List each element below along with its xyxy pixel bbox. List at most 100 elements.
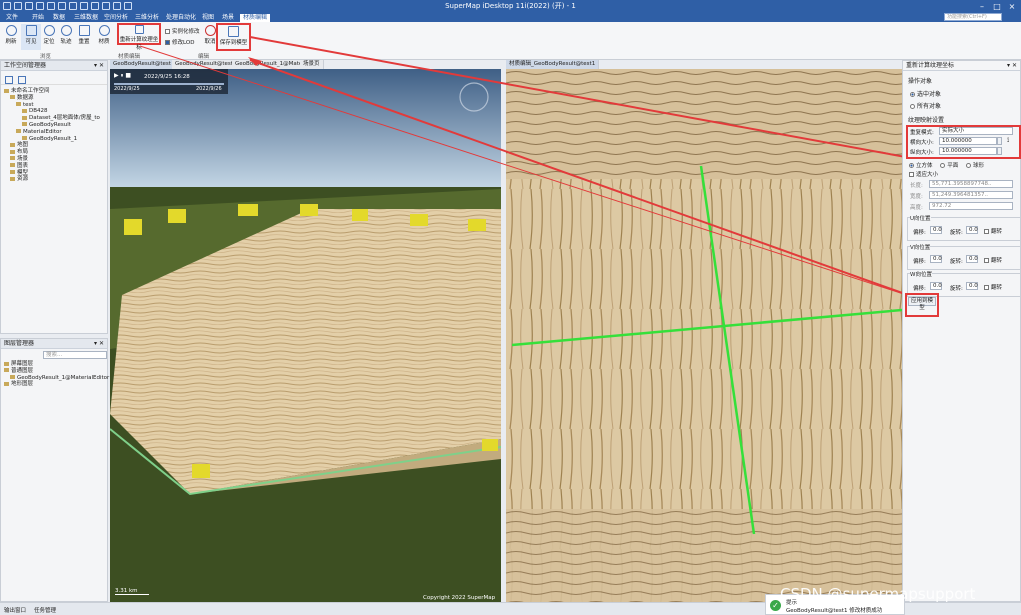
workspace-tree-item[interactable]: MaterialEditor [4, 129, 107, 136]
radio-all[interactable] [910, 104, 915, 109]
h-size-input[interactable]: 10.000000 [939, 137, 997, 145]
save-icon[interactable] [36, 2, 44, 10]
material-button[interactable]: 材质 [94, 24, 114, 50]
time-slider[interactable] [114, 83, 224, 85]
length-input[interactable]: 55,771.3958897748.. [929, 180, 1013, 188]
shape-cube-radio[interactable] [909, 163, 914, 168]
save-to-model-button[interactable]: 保存到模型 [216, 23, 251, 51]
scene-canvas[interactable] [110, 69, 501, 602]
material-canvas[interactable] [506, 69, 902, 602]
lod-checkbox-box[interactable] [165, 40, 170, 45]
visible-button[interactable]: 可见 [21, 24, 41, 50]
u-flip-box[interactable] [984, 229, 989, 234]
settings-icon[interactable] [113, 2, 121, 10]
menu-spatial-analysis[interactable]: 空间分析 [104, 14, 128, 22]
h-size-spinner[interactable] [997, 137, 1002, 145]
u-rotate-input[interactable]: 0.0 [966, 226, 978, 234]
menu-scene[interactable]: 场景 [222, 14, 234, 22]
fit-size-box[interactable] [909, 172, 914, 177]
paste-icon[interactable] [91, 2, 99, 10]
v-size-input[interactable]: 10.000000 [939, 147, 997, 155]
tab-scene-page[interactable]: 场景页 [300, 60, 324, 69]
refresh-workspace-icon[interactable] [18, 76, 26, 84]
refresh-button[interactable]: 刷新 [1, 24, 21, 50]
cut-icon[interactable] [80, 2, 88, 10]
op-selected-option[interactable]: 选中对象 [903, 89, 1020, 98]
output-window-tab[interactable]: 输出窗口 [4, 606, 26, 614]
instance-checkbox-box[interactable] [165, 29, 170, 34]
tab-scene-1[interactable]: GeoBodyResult@test [110, 60, 175, 69]
menu-automation[interactable]: 处理自动化 [166, 14, 196, 22]
height-input[interactable]: 972.72 [929, 202, 1013, 210]
folder-icon [22, 136, 27, 141]
op-all-option[interactable]: 所有对象 [903, 101, 1020, 110]
shape-sphere-radio[interactable] [966, 163, 972, 168]
v-flip-box[interactable] [984, 258, 989, 263]
recalc-texture-button[interactable]: 重新计算纹理坐标 [117, 23, 161, 51]
w-flip-checkbox[interactable]: 翻转 [984, 283, 1002, 291]
workspace-tree-item[interactable]: GeoBodyResult [4, 122, 107, 129]
v-size-spinner[interactable] [997, 147, 1002, 155]
modify-lod-checkbox[interactable]: 修改LOD [165, 38, 194, 46]
instance-modify-checkbox[interactable]: 实例化修改 [165, 27, 200, 35]
layer-tree-item[interactable]: 地形图层 [4, 381, 107, 388]
repeat-mode-select[interactable]: 实际大小 [939, 127, 1013, 135]
workspace-tree-item[interactable]: 布局 [4, 149, 107, 156]
run-icon[interactable] [102, 2, 110, 10]
open-icon[interactable] [25, 2, 33, 10]
shape-plane-radio[interactable] [940, 163, 946, 168]
workspace-tree-item[interactable]: 数据源 [4, 95, 107, 102]
menu-view[interactable]: 视图 [202, 14, 214, 22]
workspace-tree-item[interactable]: Dataset_4层地面体/房屋_to [4, 115, 107, 122]
link-icon[interactable]: ⟟ [1007, 137, 1009, 145]
reset-button[interactable]: 重置 [74, 24, 94, 50]
v-rotate-input[interactable]: 0.0 [966, 255, 978, 263]
undo-icon[interactable] [47, 2, 55, 10]
layer-tree-item[interactable]: 屏幕图层 [4, 361, 107, 368]
menu-start[interactable]: 开始 [32, 14, 44, 22]
close-icon[interactable]: ▾ ✕ [94, 339, 104, 349]
time-controls[interactable]: ▶ ⏸ ■ [114, 72, 131, 80]
material-edit-view[interactable] [506, 69, 902, 602]
w-flip-box[interactable] [984, 285, 989, 290]
menu-material-edit[interactable]: 材质编辑 [240, 14, 271, 22]
track-button[interactable]: 轨迹 [56, 24, 76, 50]
u-flip-checkbox[interactable]: 翻转 [984, 227, 1002, 235]
workspace-tree-item[interactable]: 未命名工作空间 [4, 88, 107, 95]
radio-selected[interactable] [910, 92, 915, 97]
fit-size-checkbox[interactable]: 适应大小 [909, 170, 938, 178]
u-offset-input[interactable]: 0.0 [930, 226, 942, 234]
workspace-tree-item[interactable]: 资源 [4, 176, 107, 183]
open-workspace-icon[interactable] [5, 76, 13, 84]
layer-tree-item[interactable]: 普通图层 [4, 368, 107, 375]
redo-icon[interactable] [58, 2, 66, 10]
scene-view[interactable]: ▶ ⏸ ■ 2022/9/25 16:28 2022/9/25 2022/9/2… [110, 69, 501, 602]
layer-search-input[interactable]: 搜索... [43, 351, 107, 359]
task-manager-tab[interactable]: 任务管理 [34, 606, 56, 614]
menu-3d-analysis[interactable]: 三维分析 [135, 14, 159, 22]
maximize-icon[interactable]: □ [990, 1, 1004, 12]
menu-file[interactable]: 文件 [6, 14, 18, 22]
apply-to-model-button[interactable]: 应用到模型 [908, 297, 936, 311]
close-icon[interactable]: ▾ ✕ [1007, 61, 1017, 71]
tab-material-edit[interactable]: 材质编辑_GeoBodyResult@test1 [506, 60, 600, 69]
minimize-icon[interactable]: – [975, 1, 989, 12]
width-input[interactable]: 51,249.396481357.. [929, 191, 1013, 199]
new-icon[interactable] [14, 2, 22, 10]
workspace-tree-item[interactable]: 图表 [4, 163, 107, 170]
v-flip-checkbox[interactable]: 翻转 [984, 256, 1002, 264]
close-icon[interactable]: × [1005, 1, 1019, 12]
workspace-tree-item[interactable]: 场景 [4, 156, 107, 163]
close-icon[interactable]: ▾ ✕ [94, 61, 104, 71]
workspace-tree-item[interactable]: test [4, 102, 107, 109]
w-rotate-input[interactable]: 0.0 [966, 282, 978, 290]
function-search-input[interactable]: 功能搜索(Ctrl+F) [944, 13, 1002, 21]
menu-3d-data[interactable]: 三维数据 [74, 14, 98, 22]
menu-data[interactable]: 数据 [53, 14, 65, 22]
folder-icon [22, 122, 27, 127]
v-offset-input[interactable]: 0.0 [930, 255, 942, 263]
copy-icon[interactable] [69, 2, 77, 10]
w-offset-input[interactable]: 0.0 [930, 282, 942, 290]
tab-scene-2[interactable]: GeoBodyResult@test [172, 60, 237, 69]
help-icon[interactable] [124, 2, 132, 10]
